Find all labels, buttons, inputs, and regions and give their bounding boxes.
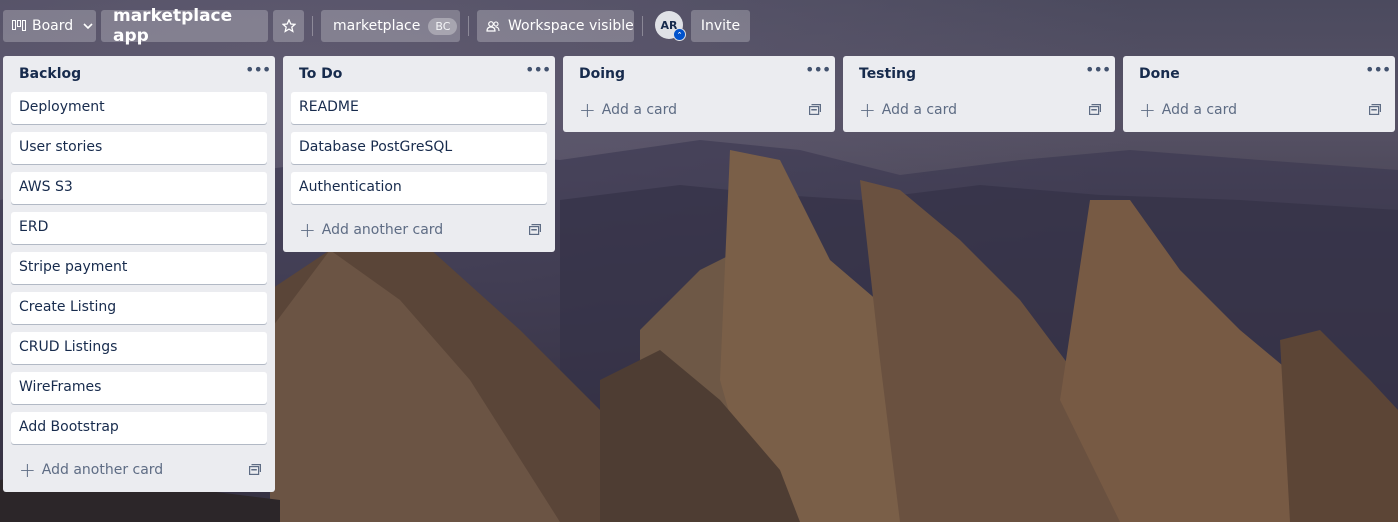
list-title[interactable]: Testing [859,66,916,82]
card[interactable]: Authentication [291,172,547,204]
add-card-label: Add another card [41,462,164,478]
plus-icon: + [19,458,36,482]
board-title[interactable]: marketplace app [101,6,268,46]
list-header: Testing ••• [843,56,1115,92]
plus-icon: + [1139,98,1156,122]
divider [642,16,643,36]
list-header: Doing ••• [563,56,835,92]
add-card-button[interactable]: + Add a card [1131,96,1245,124]
invite-label: Invite [700,18,741,34]
card[interactable]: Database PostGreSQL [291,132,547,164]
member-avatar[interactable]: AR ⌃ [655,11,686,41]
card-template-icon[interactable] [249,464,261,475]
list-title[interactable]: To Do [299,66,342,82]
workspace-badge: BC [428,17,458,35]
more-icon[interactable]: ••• [805,62,831,82]
add-card-label: Add a card [1161,102,1238,118]
star-icon [281,19,296,33]
board-view-label: Board [32,18,74,34]
card-template-icon[interactable] [809,104,821,115]
list-title[interactable]: Done [1139,66,1180,82]
list-footer: + Add a card [563,92,835,132]
add-card-button[interactable]: + Add a card [851,96,965,124]
plus-icon: + [299,218,316,242]
invite-button[interactable]: Invite [691,10,750,42]
chevron-down-icon [83,23,93,30]
list-done: Done ••• + Add a card [1123,56,1395,132]
list-header: Backlog ••• [3,56,275,92]
card-template-icon[interactable] [1089,104,1101,115]
card-list: Deployment User stories AWS S3 ERD Strip… [3,92,275,444]
list-to-do: To Do ••• README Database PostGreSQL Aut… [283,56,555,252]
star-button[interactable] [273,10,304,42]
visibility-button[interactable]: Workspace visible [477,10,634,42]
visibility-label: Workspace visible [508,18,634,34]
plus-icon: + [859,98,876,122]
more-icon[interactable]: ••• [1365,62,1391,82]
plus-icon: + [579,98,596,122]
board-view-switcher[interactable]: Board [3,10,96,42]
add-card-label: Add another card [321,222,444,238]
card[interactable]: CRUD Listings [11,332,267,364]
divider [312,16,313,36]
list-footer: + Add a card [843,92,1115,132]
card[interactable]: AWS S3 [11,172,267,204]
more-icon[interactable]: ••• [525,62,551,82]
list-title[interactable]: Doing [579,66,625,82]
list-footer: + Add a card [1123,92,1395,132]
list-header: Done ••• [1123,56,1395,92]
card[interactable]: Add Bootstrap [11,412,267,444]
card[interactable]: ERD [11,212,267,244]
list-testing: Testing ••• + Add a card [843,56,1115,132]
list-title[interactable]: Backlog [19,66,81,82]
people-icon [486,21,500,32]
card[interactable]: User stories [11,132,267,164]
add-card-button[interactable]: + Add a card [571,96,685,124]
card-template-icon[interactable] [529,224,541,235]
list-backlog: Backlog ••• Deployment User stories AWS … [3,56,275,492]
more-icon[interactable]: ••• [245,62,271,82]
board-icon [12,20,26,31]
card-template-icon[interactable] [1369,104,1381,115]
add-card-label: Add a card [881,102,958,118]
more-icon[interactable]: ••• [1085,62,1111,82]
card[interactable]: Create Listing [11,292,267,324]
list-header: To Do ••• [283,56,555,92]
card[interactable]: Deployment [11,92,267,124]
board-header: Board marketplace app marketplace BC Wor… [0,0,1398,52]
list-footer: + Add another card [283,212,555,252]
admin-chevron-icon: ⌃ [673,28,686,41]
card[interactable]: Stripe payment [11,252,267,284]
workspace-button[interactable]: marketplace BC [321,10,460,42]
card-list: README Database PostGreSQL Authenticatio… [283,92,555,204]
divider [468,16,469,36]
card[interactable]: README [291,92,547,124]
list-doing: Doing ••• + Add a card [563,56,835,132]
workspace-name: marketplace [333,18,421,34]
add-card-button[interactable]: + Add another card [291,216,451,244]
card[interactable]: WireFrames [11,372,267,404]
list-footer: + Add another card [3,452,275,492]
add-card-label: Add a card [601,102,678,118]
add-card-button[interactable]: + Add another card [11,456,171,484]
